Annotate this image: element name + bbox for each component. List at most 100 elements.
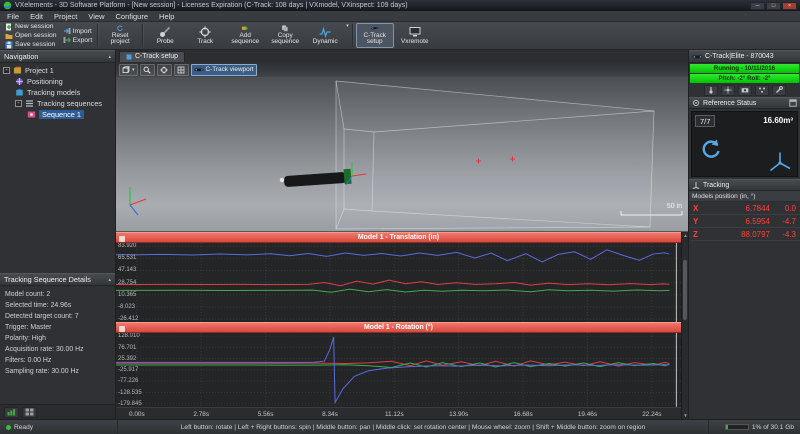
grid-view-button[interactable] xyxy=(22,406,37,418)
probe-button[interactable]: Probe xyxy=(146,23,184,48)
time-tick-label: 11.12s xyxy=(384,410,404,418)
time-tick-label: 16.68s xyxy=(513,410,533,418)
scrollbar-down-icon[interactable]: ▼ xyxy=(682,412,689,419)
save-session-button[interactable]: Save session xyxy=(3,41,59,49)
window-title: VXelements - 3D Software Platform - [New… xyxy=(15,2,408,9)
memory-gauge xyxy=(724,424,749,430)
export-button[interactable]: Export xyxy=(61,36,95,44)
tree-item-project[interactable]: - Project 1 xyxy=(0,65,115,76)
import-icon xyxy=(63,28,71,34)
ctrack-setup-button[interactable]: C-Track setup xyxy=(355,23,394,48)
signal-view-button[interactable] xyxy=(4,406,19,418)
dynamic-button[interactable]: Dynamic xyxy=(306,23,344,48)
toolbar-separator xyxy=(142,24,144,47)
tracking-icon xyxy=(692,182,700,189)
ctrack-viewport-toggle[interactable]: C-Track viewport xyxy=(190,63,257,76)
refresh-reference-icon[interactable] xyxy=(700,138,722,160)
chart-rotation[interactable]: 128.010 76.701 25.392 -25.917 -77.226 -128.53… xyxy=(116,333,681,407)
ctrack-status-running: Running - 10/11/2016 xyxy=(690,64,799,73)
maximize-button[interactable]: □ xyxy=(766,1,781,10)
reference-count: 7/7 xyxy=(695,115,716,127)
chart-header-icon xyxy=(119,325,125,332)
detail-line: Trigger: Master xyxy=(5,324,52,332)
reference-status-header[interactable]: Reference Status xyxy=(689,97,800,109)
targets-button[interactable] xyxy=(754,84,769,96)
menu-help[interactable]: Help xyxy=(159,12,174,21)
menubar: File Edit Project View Configure Help xyxy=(0,11,800,22)
new-session-icon xyxy=(6,23,11,30)
track-icon xyxy=(199,26,211,38)
chart-scrollbar[interactable]: ▲ ▼ xyxy=(681,232,688,419)
y-axis-label: 10.365 xyxy=(118,291,137,298)
copy-sequence-button[interactable]: Copy sequence xyxy=(266,23,304,48)
detail-line: Filters: 0.00 Hz xyxy=(5,357,52,365)
chevron-down-icon[interactable]: ▾ xyxy=(346,23,349,48)
tree-item-positioning[interactable]: Positioning xyxy=(0,76,115,87)
tab-icon xyxy=(126,54,132,60)
add-sequence-button[interactable]: Add sequence xyxy=(226,23,264,48)
position-row-z: Z 88.0797 -4.3 xyxy=(689,228,800,241)
app-logo-icon xyxy=(3,1,12,10)
signal-bars-icon xyxy=(7,409,16,416)
y-axis-label: 76.701 xyxy=(118,344,137,351)
close-button[interactable]: × xyxy=(782,1,797,10)
led-power-button[interactable] xyxy=(720,84,735,96)
ctrack-tool-icons xyxy=(689,83,800,97)
scrollbar-thumb[interactable] xyxy=(683,260,687,320)
reset-project-button[interactable]: Reset project xyxy=(101,23,139,48)
cube-icon xyxy=(122,65,130,73)
tree-item-tracking-sequences[interactable]: - Tracking sequences xyxy=(0,98,115,109)
track-button[interactable]: Track xyxy=(186,23,224,48)
positioning-icon xyxy=(16,78,23,85)
navigation-header[interactable]: Navigation ▴ xyxy=(0,50,115,63)
tree-expander-icon[interactable]: - xyxy=(15,100,22,107)
tab-ctrack-setup[interactable]: C-Track setup xyxy=(119,51,186,62)
sequence-details-list: Model count: 2 Selected time: 24.96s Det… xyxy=(0,286,115,404)
import-button[interactable]: Import xyxy=(61,27,95,35)
y-axis-label: 47.143 xyxy=(118,267,137,274)
memory-gauge-fill xyxy=(725,425,728,429)
camera-view-button[interactable] xyxy=(737,84,752,96)
tree-expander-icon[interactable]: - xyxy=(3,67,10,74)
tracking-header[interactable]: Tracking xyxy=(689,179,800,191)
tracking-models-icon xyxy=(16,88,23,96)
viewport-3d-scene[interactable]: 50 in xyxy=(116,77,688,232)
temperature-button[interactable] xyxy=(703,84,718,96)
viewport-3d[interactable]: ▾ C-Track viewport 50 in xyxy=(116,62,688,232)
status-ready-label: Ready xyxy=(14,423,34,431)
settings-button[interactable] xyxy=(771,84,786,96)
tree-item-sequence-1[interactable]: Sequence 1 xyxy=(0,109,115,120)
menu-view[interactable]: View xyxy=(88,12,104,21)
new-session-button[interactable]: New session xyxy=(3,23,59,31)
chart-translation[interactable]: 83.920 65.531 47.143 28.754 10.365 -8.023 -26.… xyxy=(116,243,681,323)
magnifier-icon xyxy=(143,66,151,74)
targets-toggle-button[interactable] xyxy=(156,63,172,76)
ctrack-device-icon xyxy=(692,55,703,58)
view-mode-button[interactable]: ▾ xyxy=(119,63,138,76)
vxremote-button[interactable]: Vxremote xyxy=(396,23,434,48)
menu-project[interactable]: Project xyxy=(54,12,77,21)
open-session-button[interactable]: Open session xyxy=(3,32,59,40)
y-axis-label: 65.531 xyxy=(118,255,137,262)
scrollbar-up-icon[interactable]: ▲ xyxy=(682,232,689,239)
grid-toggle-button[interactable] xyxy=(173,63,189,76)
fit-view-button[interactable] xyxy=(139,63,155,76)
sun-icon xyxy=(724,86,731,94)
menu-edit[interactable]: Edit xyxy=(30,12,43,21)
y-axis-label: -26.412 xyxy=(118,316,139,323)
export-icon xyxy=(63,37,71,43)
menu-configure[interactable]: Configure xyxy=(116,12,149,21)
tree-item-tracking-models[interactable]: Tracking models xyxy=(0,87,115,98)
panel-popout-icon[interactable] xyxy=(789,99,797,107)
time-tick-label: 13.90s xyxy=(449,410,469,418)
memory-label: 1% of 30.1 Gb xyxy=(751,423,794,431)
sequence-details-header[interactable]: Tracking Sequence Details ▴ xyxy=(0,273,115,286)
detail-line: Selected time: 24.96s xyxy=(5,302,72,310)
viewport-tabstrip: C-Track setup xyxy=(116,50,688,62)
series-Z xyxy=(116,250,669,262)
menu-file[interactable]: File xyxy=(7,12,19,21)
chart-header-rotation: Model 1 - Rotation (°) xyxy=(116,322,681,334)
y-axis-label: -77.226 xyxy=(118,378,139,385)
navigation-tree: - Project 1 Positioning Tracking models … xyxy=(0,63,115,273)
minimize-button[interactable]: ─ xyxy=(750,1,765,10)
